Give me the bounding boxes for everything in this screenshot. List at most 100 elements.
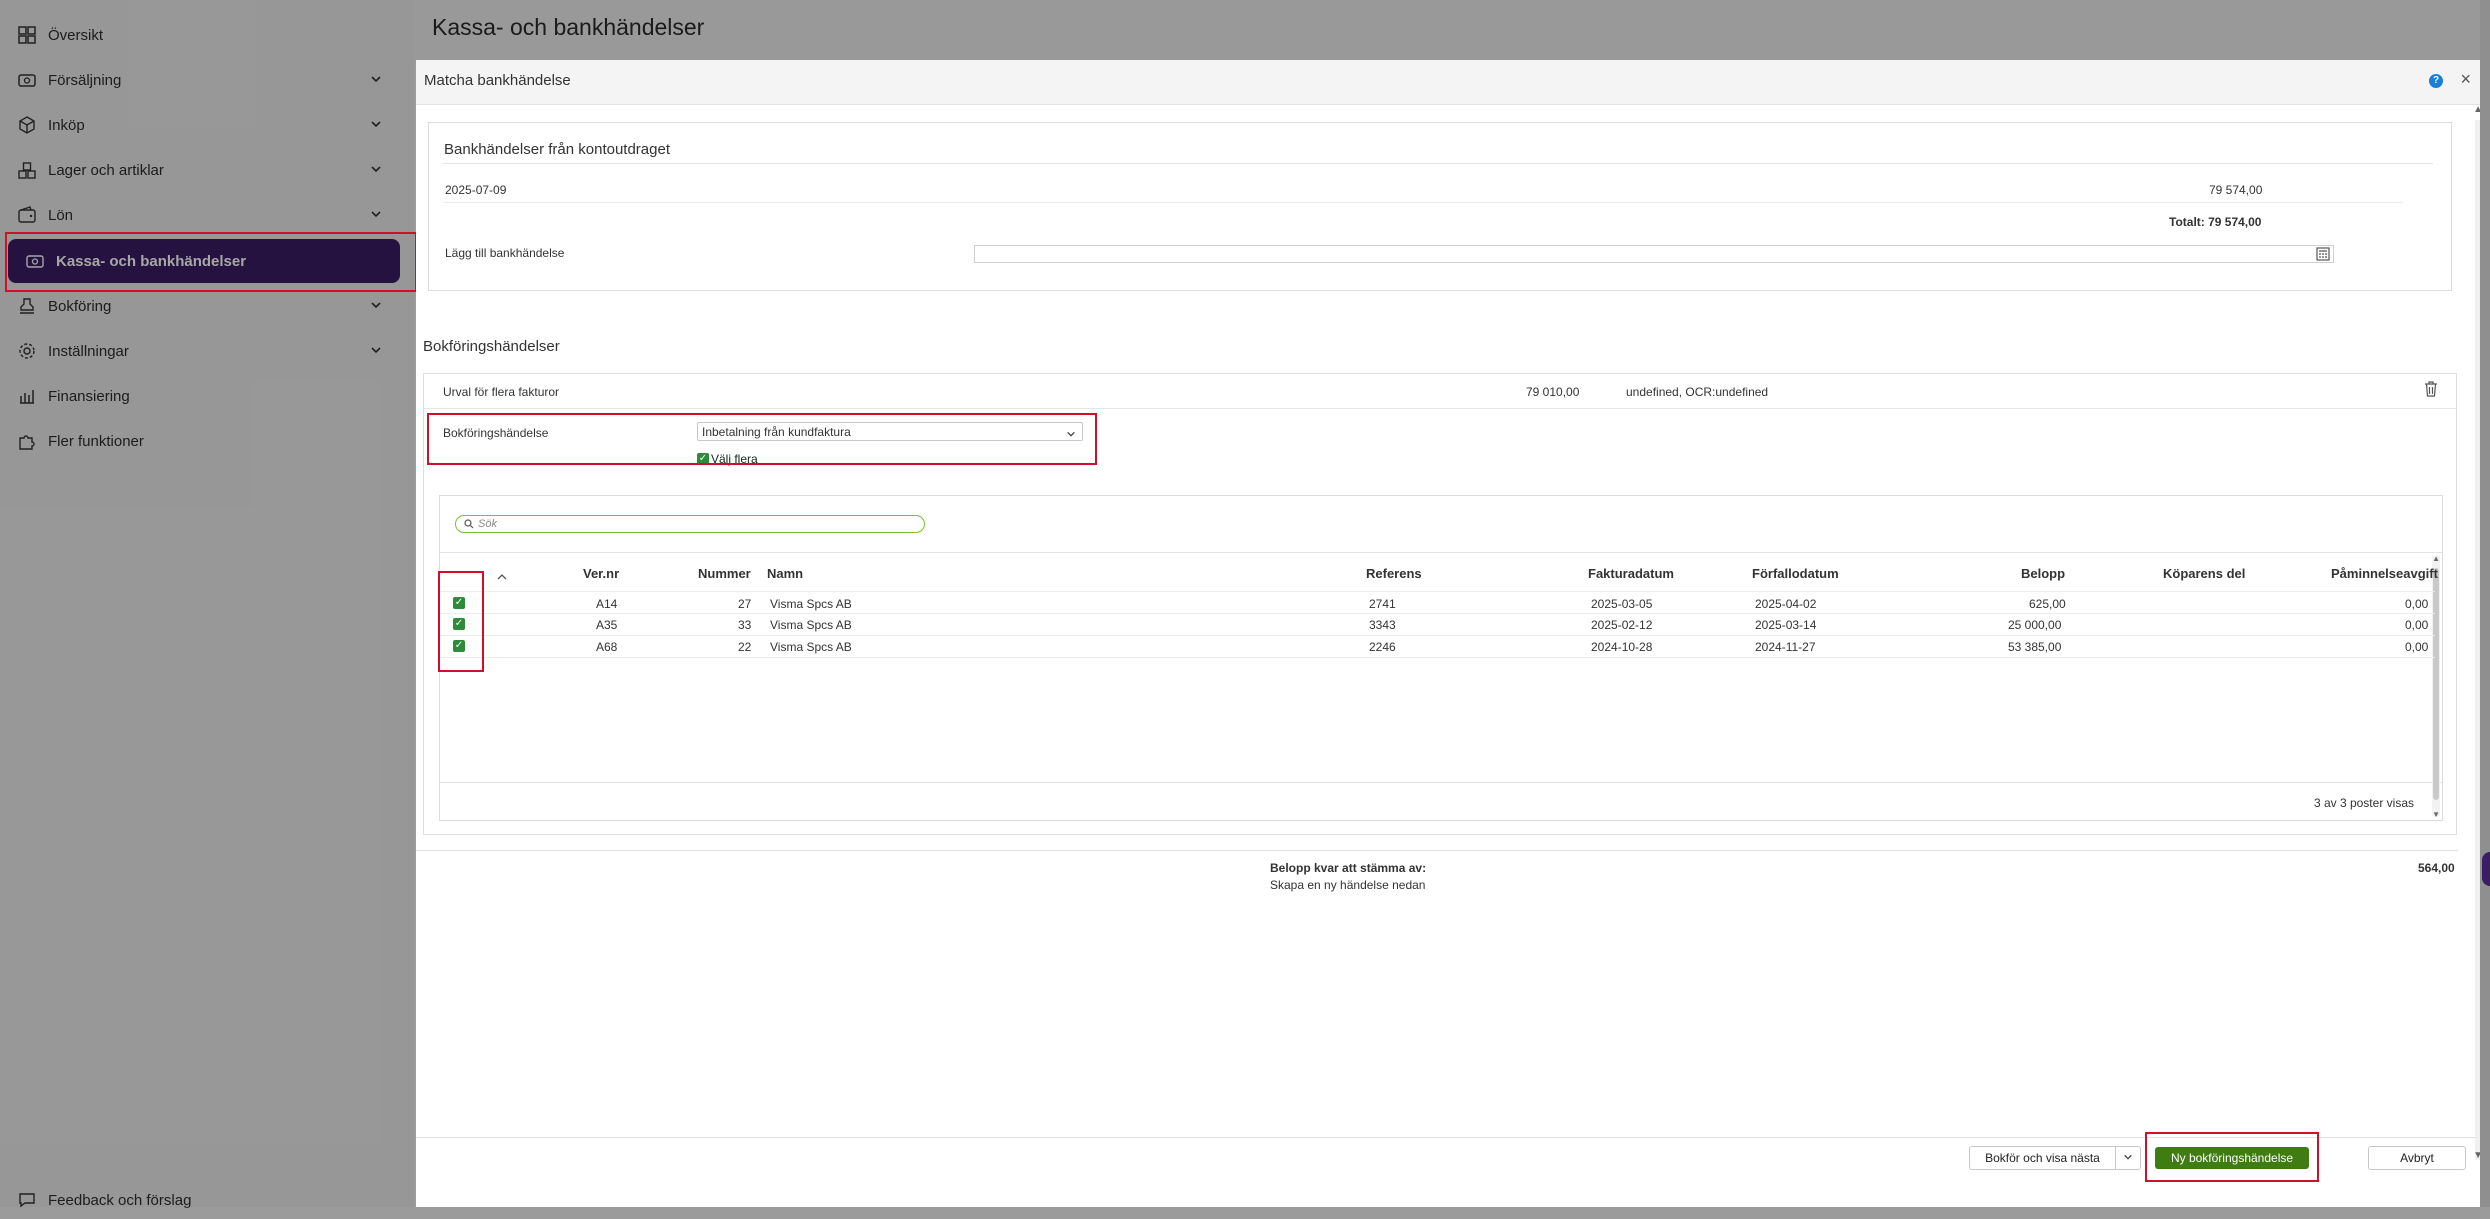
booking-event-value: Inbetalning från kundfaktura [702,425,851,439]
cell-paminnelseavgift: 0,00 [2405,618,2429,632]
cell-referens: 3343 [1369,618,1396,632]
sidebar-item-forsaljning[interactable]: Försäljning [16,61,386,99]
col-header-referens[interactable]: Referens [1366,566,1422,581]
cell-belopp: 53 385,00 [2008,640,2062,654]
col-header-vernr[interactable]: Ver.nr [583,566,619,581]
col-header-koparens-del[interactable]: Köparens del [2163,566,2245,581]
divider [440,552,2442,553]
side-tab[interactable] [2482,852,2490,886]
booking-event-label: Bokföringshändelse [443,426,549,440]
grid-scrollbar[interactable] [2432,556,2440,816]
chevron-down-icon[interactable] [370,298,382,315]
col-header-fakturadatum[interactable]: Fakturadatum [1588,566,1674,581]
new-booking-event-button[interactable]: Ny bokföringshändelse [2155,1147,2309,1169]
cell-paminnelseavgift: 0,00 [2405,597,2429,611]
invoice-grid-panel: Sök 3 av 3 poster visas ▲ ▼ [439,495,2443,821]
grid-scroll-thumb[interactable] [2433,568,2439,800]
booking-event-select[interactable]: Inbetalning från kundfaktura [697,422,1083,441]
chevron-down-icon[interactable] [370,207,382,224]
grid-icon [16,24,38,46]
selection-label: Urval för flera fakturor [443,385,560,399]
scroll-down-icon[interactable]: ▼ [2432,810,2440,819]
sidebar-item-kassa-bank[interactable]: Kassa- och bankhändelser [8,239,400,283]
sidebar-item-finansiering[interactable]: Finansiering [16,377,386,415]
dialog-header: Matcha bankhändelse ? × [416,60,2485,105]
bank-events-title: Bankhändelser från kontoutdraget [444,141,670,158]
search-input[interactable]: Sök [455,515,925,533]
sidebar-item-oversikt[interactable]: Översikt [16,16,386,54]
search-icon [464,519,474,529]
sidebar-item-lager[interactable]: Lager och artiklar [16,151,386,189]
cell-belopp: 625,00 [2029,597,2066,611]
book-and-next-label: Bokför och visa nästa [1985,1151,2100,1165]
chevron-down-icon [1066,426,1076,444]
add-bank-event-input[interactable] [974,245,2334,263]
sidebar-item-fler-funktioner[interactable]: Fler funktioner [16,422,386,460]
overlay-dim [414,0,2490,60]
checkbox-checked[interactable]: ✓ [697,453,709,465]
cell-nummer: 27 [738,597,752,611]
feedback-icon [16,1189,38,1211]
cancel-button[interactable]: Avbryt [2368,1146,2466,1170]
divider [439,613,2435,614]
booking-events-panel: Urval för flera fakturor 79 010,00 undef… [423,373,2457,835]
bank-events-total: Totalt: 79 574,00 [2169,215,2262,229]
cell-vernr: A35 [596,618,618,632]
divider [440,782,2442,783]
cell-forfallodatum: 2025-03-14 [1755,618,1817,632]
sidebar-item-label: Försäljning [48,71,122,89]
book-options-dropdown[interactable] [2115,1146,2141,1170]
cell-belopp: 25 000,00 [2008,618,2062,632]
book-and-next-button[interactable]: Bokför och visa nästa [1969,1146,2115,1170]
chevron-down-icon[interactable] [370,72,382,89]
finance-icon [16,385,38,407]
chevron-down-icon[interactable] [370,162,382,179]
feedback-link[interactable]: Feedback och förslag [16,1181,386,1219]
col-header-belopp[interactable]: Belopp [2021,566,2065,581]
cell-vernr: A14 [596,597,618,611]
col-header-nummer[interactable]: Nummer [698,566,751,581]
page-title: Kassa- och bankhändelser [432,14,705,40]
rows-count: 3 av 3 poster visas [2313,796,2414,810]
calculator-icon[interactable] [2316,247,2330,266]
cell-vernr: A68 [596,640,618,654]
footer-divider [416,1137,2476,1138]
choose-multiple-label: Välj flera [711,452,758,466]
sidebar-item-inkop[interactable]: Inköp [16,106,386,144]
row-checkbox[interactable]: ✓ [453,640,465,652]
booking-events-title: Bokföringshändelser [423,338,560,355]
sidebar-item-label: Lager och artiklar [48,161,164,179]
sort-up-icon[interactable] [497,568,507,586]
col-header-forfallodatum[interactable]: Förfallodatum [1752,566,1839,581]
col-header-paminnelseavgift[interactable]: Påminnelseavgift [2331,566,2438,581]
add-bank-event-label: Lägg till bankhändelse [445,246,565,260]
choose-multiple-checkbox[interactable]: ✓ Välj flera [697,452,758,466]
row-checkbox[interactable]: ✓ [453,618,465,630]
chevron-down-icon[interactable] [370,117,382,134]
divider [443,163,2433,164]
close-icon[interactable]: × [2460,69,2471,90]
help-icon[interactable]: ? [2429,74,2443,88]
chevron-down-icon[interactable] [370,343,382,360]
scroll-up-icon[interactable]: ▲ [2432,554,2440,563]
cell-fakturadatum: 2025-03-05 [1591,597,1653,611]
cell-namn: Visma Spcs AB [770,597,852,611]
cell-forfallodatum: 2024-11-27 [1755,640,1816,654]
sidebar-item-installningar[interactable]: Inställningar [16,332,386,370]
col-header-namn[interactable]: Namn [767,566,803,581]
sidebar-item-bokforing[interactable]: Bokföring [16,287,386,325]
cell-forfallodatum: 2025-04-02 [1755,597,1817,611]
cell-fakturadatum: 2025-02-12 [1591,618,1653,632]
trash-icon[interactable] [2424,381,2438,402]
sidebar-item-label: Kassa- och bankhändelser [56,252,247,270]
cell-nummer: 33 [738,618,752,632]
feedback-label: Feedback och förslag [48,1191,192,1209]
selection-reference: undefined, OCR:undefined [1626,385,1769,399]
cell-fakturadatum: 2024-10-28 [1591,640,1653,654]
sidebar-item-lon[interactable]: Lön [16,196,386,234]
cell-referens: 2741 [1369,597,1396,611]
row-checkbox[interactable]: ✓ [453,597,465,609]
cell-referens: 2246 [1369,640,1396,654]
sidebar-item-label: Finansiering [48,387,130,405]
dialog-title: Matcha bankhändelse [424,72,571,89]
